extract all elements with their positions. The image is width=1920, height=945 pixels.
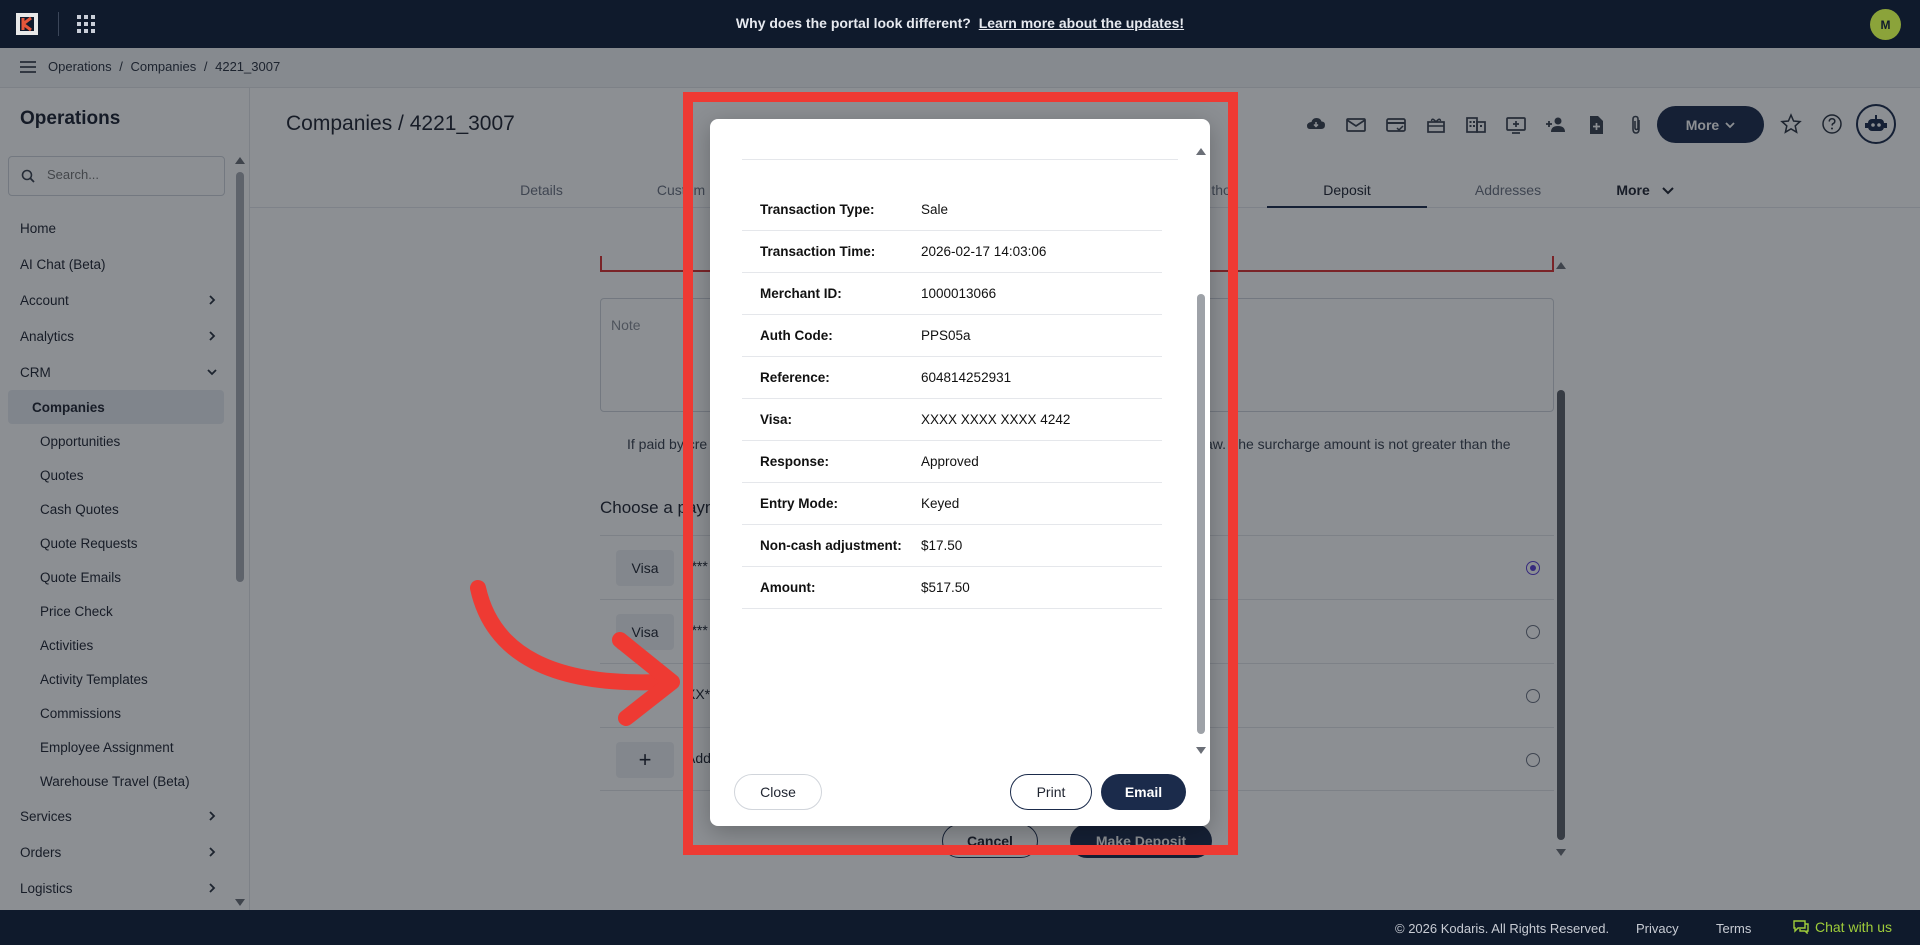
banner-link[interactable]: Learn more about the updates!: [979, 15, 1184, 31]
chat-label: Chat with us: [1815, 919, 1893, 935]
privacy-link[interactable]: Privacy: [1636, 921, 1679, 936]
footer: © 2026 Kodaris. All Rights Reserved. Pri…: [0, 910, 1920, 945]
update-banner: Why does the portal look different? Lear…: [0, 15, 1920, 31]
user-avatar[interactable]: M: [1870, 9, 1901, 40]
banner-text: Why does the portal look different?: [735, 15, 971, 31]
chat-button[interactable]: Chat with us: [1793, 919, 1892, 935]
chat-bubble-icon: [1793, 920, 1809, 934]
copyright: © 2026 Kodaris. All Rights Reserved.: [1395, 921, 1610, 936]
top-bar: Why does the portal look different? Lear…: [0, 0, 1920, 48]
highlight-box: [683, 92, 1238, 855]
annotation-arrow-icon: [470, 580, 680, 726]
terms-link[interactable]: Terms: [1716, 921, 1751, 936]
